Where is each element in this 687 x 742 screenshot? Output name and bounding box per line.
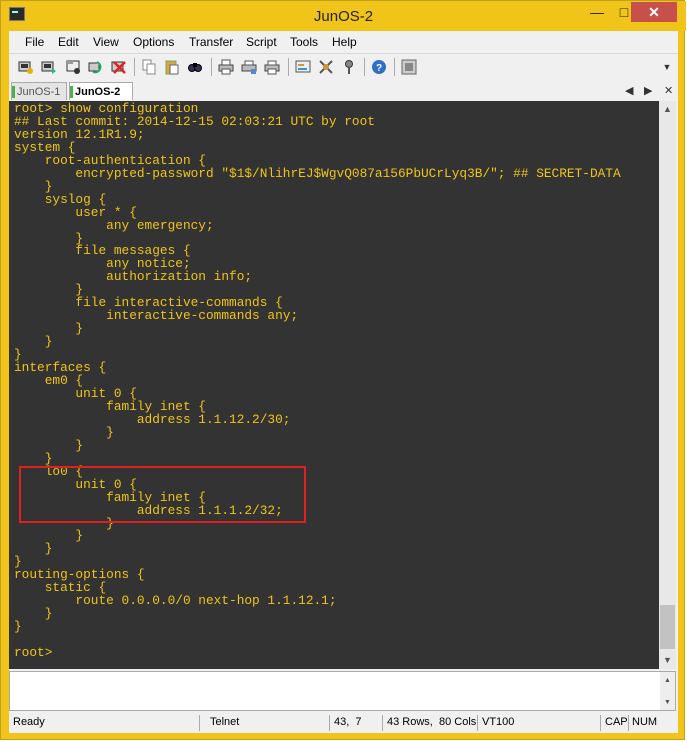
print-icon[interactable] [217, 58, 235, 76]
find-icon[interactable] [186, 58, 204, 76]
toolbar-separator [394, 58, 395, 76]
app-window: JunOS-2 — □ ✕ File Edit View Options Tra… [0, 0, 686, 740]
quick-connect-icon[interactable] [40, 58, 58, 76]
status-divider [382, 715, 383, 731]
svg-text:?: ? [376, 63, 382, 74]
scroll-up-arrow-icon[interactable]: ▲ [659, 101, 676, 118]
tab-scroll-left-icon[interactable]: ◀ [625, 84, 633, 97]
minimize-button[interactable]: — [583, 2, 611, 22]
status-protocol: Telnet [210, 716, 240, 728]
terminal-line: route 0.0.0.0/0 next-hop 1.1.12.1; [14, 593, 337, 609]
terminal-line: encrypted-password "$1$/NlihrEJ$WgvQ087a… [14, 165, 621, 181]
status-cursor-position: 43, 7 [334, 716, 362, 728]
input-scroll-down-icon[interactable]: ▼ [660, 694, 675, 711]
menu-help[interactable]: Help [332, 35, 357, 49]
close-button[interactable]: ✕ [631, 2, 677, 22]
status-bar: Ready Telnet 43, 7 43 Rows, 80 Cols VT10… [9, 713, 678, 733]
input-pane-scrollbar[interactable]: ▲ ▼ [660, 672, 675, 710]
status-divider [628, 715, 629, 731]
status-divider [199, 715, 200, 731]
status-divider [477, 715, 478, 731]
status-divider [329, 715, 330, 731]
client-area: File Edit View Options Transfer Script T… [9, 31, 678, 733]
keymap-icon[interactable] [340, 58, 358, 76]
title-bar[interactable]: JunOS-2 — □ ✕ [1, 1, 686, 31]
status-terminal-size: 43 Rows, 80 Cols [387, 716, 477, 728]
terminal-screen[interactable]: root> show configuration ## Last commit:… [9, 101, 659, 669]
menu-edit[interactable]: Edit [58, 35, 79, 49]
session-tab-bar: JunOS-1 JunOS-2 ◀ ▶ ✕ [9, 81, 678, 101]
tab-status-indicator [70, 86, 73, 98]
menu-bar: File Edit View Options Transfer Script T… [9, 31, 678, 53]
connect-icon[interactable] [17, 58, 35, 76]
tab-label: JunOS-2 [75, 86, 121, 98]
terminal-output: root> show configuration ## Last commit:… [14, 102, 621, 661]
command-input-pane[interactable]: ▲ ▼ [9, 671, 676, 711]
menu-file[interactable]: File [25, 35, 44, 49]
scrollbar-thumb[interactable] [660, 605, 675, 649]
terminal-scrollbar[interactable]: ▲ ▼ [659, 101, 676, 669]
connect-in-tab-icon[interactable] [64, 58, 82, 76]
tab-junos-1[interactable]: JunOS-1 [11, 82, 67, 100]
input-scroll-up-icon[interactable]: ▲ [660, 672, 675, 689]
status-divider [600, 715, 601, 731]
paste-icon[interactable] [163, 58, 181, 76]
toolbar-separator [211, 58, 212, 76]
print-setup-icon[interactable] [240, 58, 258, 76]
disconnect-icon[interactable] [110, 58, 128, 76]
scroll-down-arrow-icon[interactable]: ▼ [659, 652, 676, 669]
help-icon[interactable]: ? [370, 58, 388, 76]
status-num-lock: NUM [632, 716, 658, 728]
menu-view[interactable]: View [93, 35, 119, 49]
copy-icon[interactable] [140, 58, 158, 76]
terminal-line: } [14, 619, 22, 635]
toolbar-separator [288, 58, 289, 76]
tab-junos-2[interactable]: JunOS-2 [69, 82, 133, 100]
status-ready: Ready [13, 716, 45, 728]
menu-script[interactable]: Script [246, 35, 277, 49]
terminal-line: root> [14, 645, 61, 661]
print-screen-icon[interactable] [263, 58, 281, 76]
toolbar-separator [364, 58, 365, 76]
status-caps-lock: CAP [605, 716, 628, 728]
reconnect-icon[interactable] [87, 58, 105, 76]
toolbar-overflow-icon[interactable]: ▼ [661, 58, 673, 76]
lo0-highlight-box [19, 466, 306, 523]
status-emulation: VT100 [482, 716, 515, 728]
menu-transfer[interactable]: Transfer [189, 35, 233, 49]
toolbar-separator [134, 58, 135, 76]
session-options-icon[interactable] [294, 58, 312, 76]
global-options-icon[interactable] [317, 58, 335, 76]
tab-status-indicator [12, 86, 15, 98]
menu-tools[interactable]: Tools [290, 35, 318, 49]
sftp-icon[interactable] [400, 58, 418, 76]
tab-scroll-right-icon[interactable]: ▶ [644, 84, 652, 97]
tab-close-icon[interactable]: ✕ [664, 84, 673, 97]
menu-options[interactable]: Options [133, 35, 174, 49]
tab-label: JunOS-1 [17, 86, 61, 98]
toolbar: ? ▼ [9, 53, 678, 80]
